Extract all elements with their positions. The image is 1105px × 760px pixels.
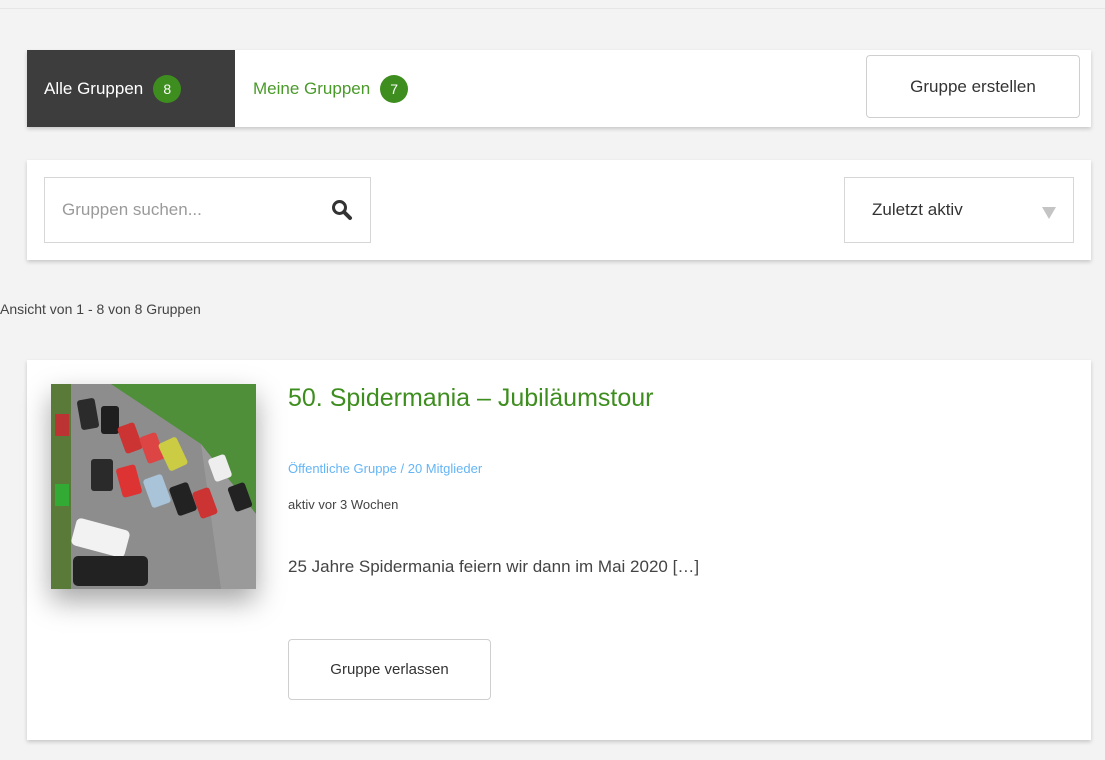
tab-all-groups[interactable]: Alle Gruppen 8: [27, 50, 235, 127]
sort-select[interactable]: Zuletzt aktiv: [844, 177, 1074, 243]
tab-all-groups-label: Alle Gruppen: [44, 78, 144, 98]
create-group-button[interactable]: Gruppe erstellen: [866, 55, 1080, 118]
search-box: [44, 177, 371, 243]
tab-my-groups-count: 7: [380, 74, 409, 103]
group-description: 25 Jahre Spidermania feiern wir dann im …: [288, 557, 700, 576]
results-summary: Ansicht von 1 - 8 von 8 Gruppen: [0, 301, 201, 317]
group-last-active: aktiv vor 3 Wochen: [288, 497, 399, 512]
filter-bar: Zuletzt aktiv: [27, 160, 1091, 260]
leave-group-button[interactable]: Gruppe verlassen: [288, 639, 491, 700]
group-tabs-bar: Alle Gruppen 8 Meine Gruppen 7 Gruppe er…: [27, 50, 1091, 127]
group-card: 50. Spidermania – Jubiläumstour Öffentli…: [27, 360, 1091, 740]
group-meta: Öffentliche Gruppe / 20 Mitglieder: [288, 461, 483, 476]
search-icon[interactable]: [330, 198, 354, 222]
group-title[interactable]: 50. Spidermania – Jubiläumstour: [288, 384, 653, 413]
chevron-down-icon: [1042, 204, 1056, 219]
tab-all-groups-count: 8: [153, 74, 182, 103]
tab-my-groups-label: Meine Gruppen: [253, 78, 371, 98]
top-divider: [0, 8, 1105, 9]
search-input[interactable]: [45, 178, 305, 242]
group-avatar[interactable]: [51, 384, 256, 589]
tab-my-groups[interactable]: Meine Gruppen 7: [253, 50, 409, 127]
sort-select-value: Zuletzt aktiv: [872, 200, 963, 219]
